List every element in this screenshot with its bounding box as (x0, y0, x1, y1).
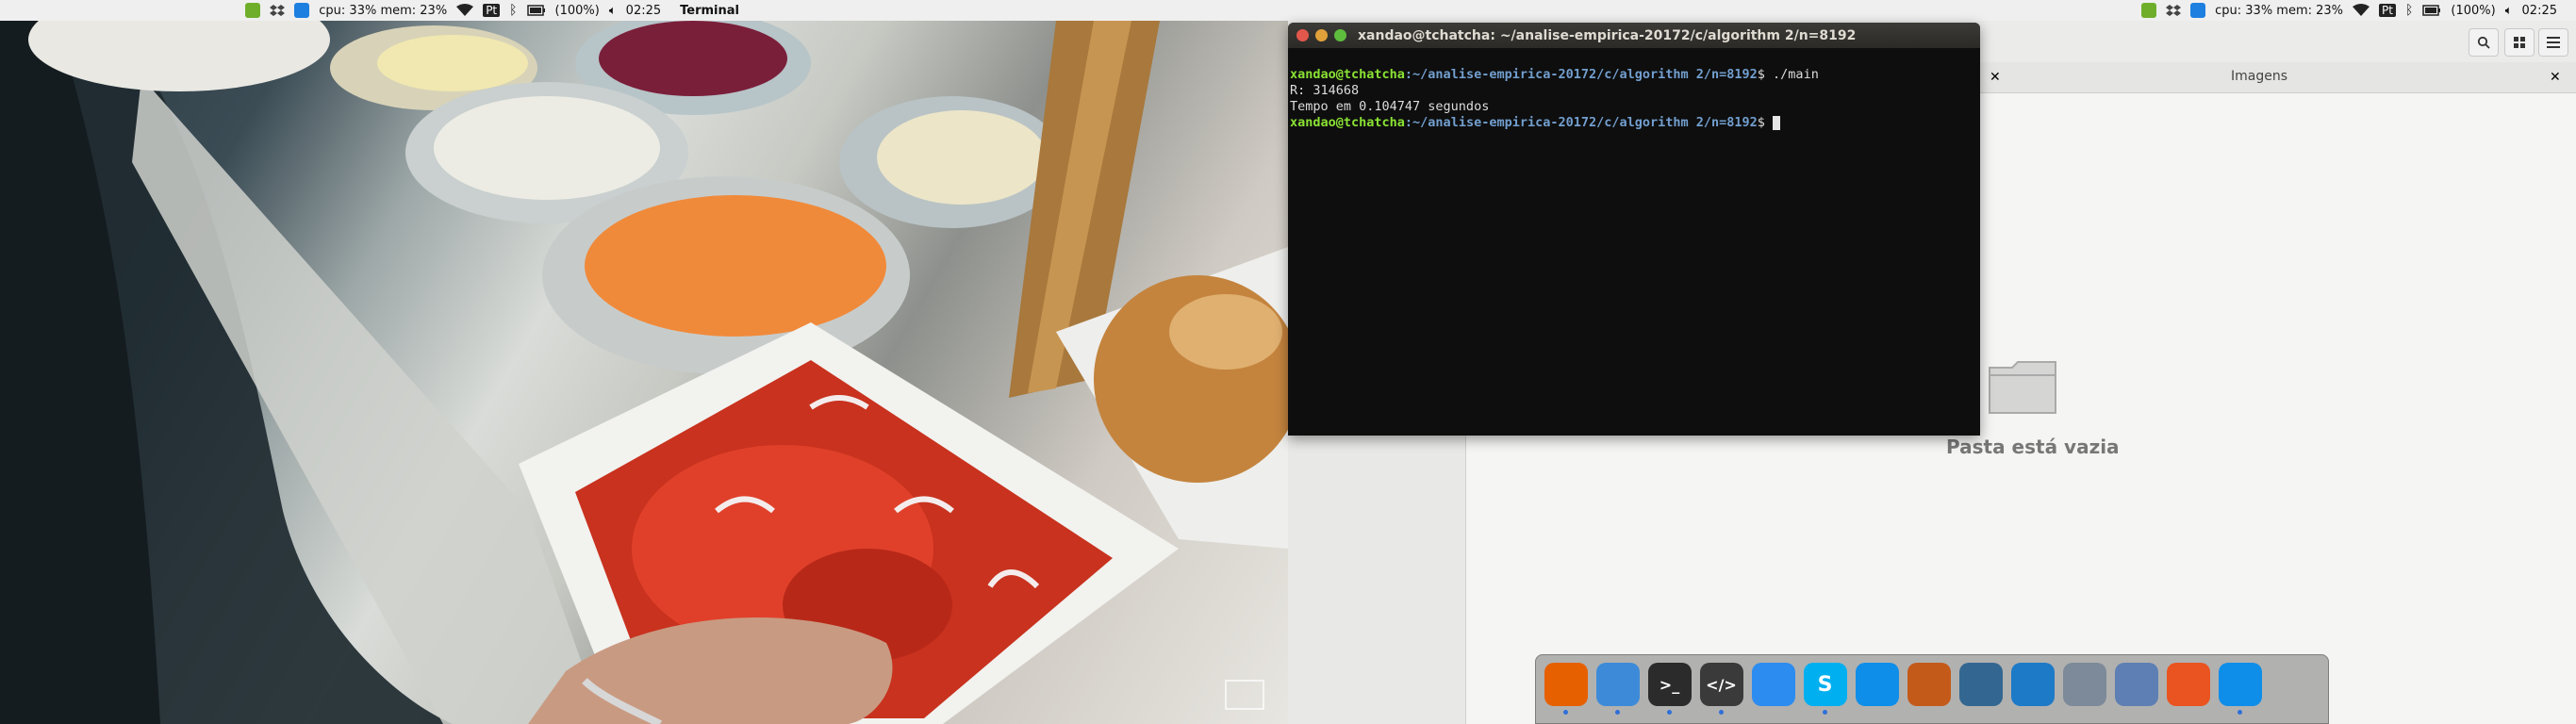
dropbox-indicator-icon[interactable] (2166, 3, 2182, 18)
wifi-icon[interactable] (456, 4, 474, 17)
running-indicator (1719, 710, 1724, 715)
system-monitor-text[interactable]: cpu: 33% mem: 23% (319, 4, 447, 18)
sync-indicator-icon[interactable] (2141, 3, 2157, 18)
running-indicator (1667, 710, 1672, 715)
view-grid-button[interactable] (2504, 28, 2535, 57)
finder-icon[interactable] (1595, 663, 1640, 706)
teamviewer-indicator-icon[interactable] (294, 3, 310, 18)
active-app-name[interactable]: Terminal (680, 4, 739, 18)
firefox-icon[interactable] (1544, 663, 1588, 706)
sync-indicator-icon[interactable] (245, 3, 261, 18)
dock-item[interactable] (2110, 655, 2162, 716)
battery-percent: (100%) (554, 3, 600, 18)
dock-item[interactable] (2162, 655, 2214, 716)
terminal-output[interactable]: xandao@tchatcha:~/analise-empirica-20172… (1288, 48, 1980, 166)
dropbox-icon[interactable] (1751, 663, 1795, 706)
hamburger-menu-button[interactable] (2538, 28, 2568, 57)
keyboard-layout-badge[interactable]: Pt (483, 4, 501, 17)
keyboard-layout-badge[interactable]: Pt (2379, 4, 2396, 17)
terminal-cursor (1773, 116, 1781, 130)
bluetooth-icon[interactable]: ᛒ (2405, 3, 2413, 18)
terminal-icon[interactable]: >_ (1647, 663, 1692, 706)
dock-item[interactable]: S (1799, 655, 1851, 716)
minimize-window-button[interactable] (1315, 29, 1328, 41)
running-indicator (1615, 710, 1620, 715)
battery-icon[interactable] (2422, 5, 2441, 16)
dropbox-indicator-icon[interactable] (270, 3, 286, 18)
battery-icon[interactable] (526, 5, 546, 16)
virtualbox-icon[interactable] (2114, 663, 2158, 706)
dock-item[interactable]: </> (1695, 655, 1747, 716)
maximize-window-button[interactable] (1334, 29, 1346, 41)
dock-item[interactable] (1592, 655, 1643, 716)
terminal-titlebar[interactable]: xandao@tchatcha: ~/analise-empirica-2017… (1288, 23, 1980, 48)
top-panel-left: cpu: 33% mem: 23% Pt ᛒ (100%) 🔈︎ 02:25 T… (0, 0, 1288, 21)
terminal-line: Tempo em 0.104747 segundos (1290, 99, 1490, 114)
tab-imagens[interactable]: Imagens (2231, 69, 2287, 84)
terminal-window[interactable]: xandao@tchatcha: ~/analise-empirica-2017… (1288, 23, 1980, 436)
tab-close-icon[interactable]: ✕ (1990, 70, 2001, 85)
wifi-icon[interactable] (2353, 4, 2370, 17)
dock-item[interactable] (1747, 655, 1799, 716)
running-indicator (1563, 710, 1568, 715)
scanner-icon[interactable] (2062, 663, 2106, 706)
terminal-title: xandao@tchatcha: ~/analise-empirica-2017… (1358, 27, 1857, 43)
dock-item[interactable] (2006, 655, 2058, 716)
bluetooth-icon[interactable]: ᛒ (509, 3, 517, 18)
mysql-workbench-icon[interactable] (2010, 663, 2055, 706)
close-window-button[interactable] (1296, 29, 1309, 41)
empty-folder-message: Pasta está vazia (1946, 436, 2120, 458)
matlab-icon[interactable] (1907, 663, 1951, 706)
terminal-line: R: 314668 (1290, 83, 1360, 98)
volume-icon[interactable]: 🔈︎ (2505, 4, 2513, 18)
running-indicator (2237, 710, 2242, 715)
tab-close-icon[interactable]: ✕ (2550, 70, 2561, 85)
postgresql-icon[interactable] (1958, 663, 2003, 706)
salad-bar-photo (0, 21, 1288, 724)
teamviewer-icon[interactable] (2218, 663, 2262, 706)
search-button[interactable] (2469, 28, 2499, 57)
skype-icon[interactable]: S (1803, 663, 1847, 706)
teamviewer-icon[interactable] (1855, 663, 1899, 706)
dock-item[interactable] (1903, 655, 1955, 716)
battery-percent: (100%) (2451, 3, 2496, 18)
dock-item[interactable]: >_ (1643, 655, 1695, 716)
dock-item[interactable] (1540, 655, 1592, 716)
running-indicator (1823, 710, 1827, 715)
dock-item[interactable] (1851, 655, 1903, 716)
dock: >_ </> S (1535, 654, 2329, 724)
dock-item[interactable] (1955, 655, 2006, 716)
terminal-line: xandao@tchatcha:~/analise-empirica-20172… (1290, 67, 1819, 82)
system-monitor-text[interactable]: cpu: 33% mem: 23% (2215, 4, 2343, 18)
code-editor-icon[interactable]: </> (1699, 663, 1743, 706)
ubuntu-software-icon[interactable] (2166, 663, 2210, 706)
clock[interactable]: 02:25 (626, 4, 661, 18)
teamviewer-indicator-icon[interactable] (2190, 3, 2206, 18)
terminal-line: xandao@tchatcha:~/analise-empirica-20172… (1290, 115, 1978, 131)
top-panel-right: cpu: 33% mem: 23% Pt ᛒ (100%) 🔈︎ 02:25 (1288, 0, 2576, 21)
clock[interactable]: 02:25 (2522, 4, 2557, 18)
dock-item[interactable] (2214, 655, 2266, 716)
volume-icon[interactable]: 🔈︎ (609, 4, 617, 18)
dock-item[interactable] (2058, 655, 2110, 716)
empty-folder-icon (1988, 358, 2057, 419)
